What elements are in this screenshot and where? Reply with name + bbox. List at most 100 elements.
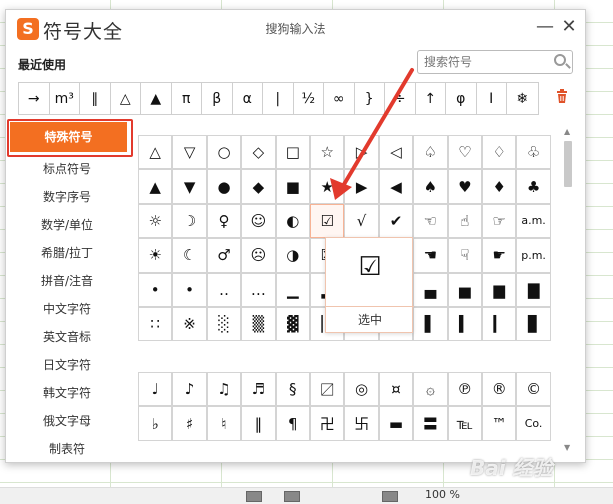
sidebar-item[interactable]: 数字序号	[10, 187, 124, 207]
recent-symbol[interactable]: β	[202, 83, 233, 114]
symbol-cell[interactable]: ○	[206, 135, 242, 170]
scrollbar-thumb[interactable]	[564, 141, 572, 187]
sidebar-item[interactable]: 韩文字符	[10, 383, 124, 403]
recent-symbol[interactable]: ↑	[416, 83, 446, 114]
symbol-cell[interactable]: ℗	[447, 372, 482, 407]
symbol-cell[interactable]: ■	[275, 169, 310, 204]
recent-symbol[interactable]: ❄	[507, 83, 538, 114]
sidebar-item[interactable]: 日文字符	[10, 355, 124, 375]
symbol-cell[interactable]: ‖	[241, 406, 276, 441]
symbol-cell[interactable]: □	[275, 135, 310, 170]
recent-symbol[interactable]: m³	[50, 83, 80, 114]
symbol-cell[interactable]: ▓	[275, 307, 310, 342]
sidebar-item[interactable]: 特殊符号	[10, 122, 127, 152]
page-layout-icon[interactable]	[284, 491, 300, 502]
symbol-cell[interactable]: ©	[516, 372, 551, 407]
symbol-cell[interactable]: ▍	[447, 307, 482, 342]
symbol-cell[interactable]: a.m.	[516, 203, 551, 239]
symbol-cell[interactable]: ◑	[275, 238, 310, 273]
sidebar-item[interactable]: 英文音标	[10, 327, 124, 347]
recent-symbol[interactable]: |	[263, 83, 294, 114]
symbol-cell[interactable]: ▎	[482, 307, 517, 342]
symbol-cell[interactable]: Co.	[516, 406, 551, 441]
symbol-cell[interactable]: ☛	[482, 238, 517, 273]
symbol-cell[interactable]: §	[275, 372, 310, 407]
symbol-cell[interactable]: ▷	[344, 135, 379, 170]
recent-symbol[interactable]: α	[233, 83, 263, 114]
symbol-cell[interactable]: …	[241, 272, 276, 307]
sidebar-item[interactable]: 数学/单位	[10, 215, 124, 235]
symbol-cell[interactable]: ¶	[275, 406, 310, 441]
scroll-up-arrow-icon[interactable]: ▲	[564, 127, 570, 136]
recent-symbol[interactable]: Ⅰ	[477, 83, 507, 114]
recent-symbol[interactable]: π	[172, 83, 202, 114]
scrollbar[interactable]: ▲ ▼	[562, 125, 574, 455]
symbol-cell[interactable]: ◀	[378, 169, 414, 204]
symbol-cell[interactable]: ▲	[138, 169, 173, 204]
symbol-cell[interactable]: ℡	[447, 406, 482, 441]
symbol-cell[interactable]: ☹	[241, 238, 276, 273]
symbol-cell[interactable]: ▆	[482, 272, 517, 307]
symbol-cell[interactable]: ◎	[344, 372, 379, 407]
symbol-cell[interactable]: 卍	[310, 406, 345, 441]
symbol-cell[interactable]: ۞	[413, 372, 448, 407]
symbol-cell[interactable]: ☀	[138, 238, 173, 273]
sidebar-item[interactable]: 标点符号	[10, 159, 124, 179]
sidebar-item[interactable]: 俄文字母	[10, 411, 124, 431]
symbol-cell[interactable]: ‥	[206, 272, 242, 307]
sidebar-item[interactable]: 拼音/注音	[10, 271, 124, 291]
trash-icon[interactable]	[556, 89, 568, 103]
search-box[interactable]	[417, 50, 573, 74]
symbol-cell[interactable]: ▼	[172, 169, 207, 204]
symbol-cell[interactable]: ☝	[447, 203, 482, 239]
recent-symbol[interactable]: ▲	[141, 83, 172, 114]
sidebar-item[interactable]: 中文字符	[10, 299, 124, 319]
sidebar-item[interactable]: 制表符	[10, 439, 124, 459]
symbol-cell[interactable]: ▬	[378, 406, 414, 441]
search-input[interactable]	[424, 52, 552, 72]
symbol-cell[interactable]: 卐	[344, 406, 379, 441]
symbol-cell[interactable]: ▽	[172, 135, 207, 170]
symbol-cell[interactable]: ♦	[482, 169, 517, 204]
symbol-cell[interactable]: ☟	[447, 238, 482, 273]
symbol-cell[interactable]: ▊	[516, 307, 551, 342]
symbol-cell[interactable]: ®	[482, 372, 517, 407]
symbol-cell[interactable]: •	[138, 272, 173, 307]
symbol-cell[interactable]: ♧	[516, 135, 551, 170]
symbol-cell[interactable]: ¤	[378, 372, 414, 407]
symbol-cell[interactable]: ※	[172, 307, 207, 342]
normal-view-icon[interactable]	[246, 491, 262, 502]
symbol-cell[interactable]: △	[138, 135, 173, 170]
recent-symbol[interactable]: →	[19, 83, 50, 114]
symbol-cell[interactable]: ☺	[241, 203, 276, 239]
close-button[interactable]: ✕	[560, 18, 578, 36]
page-break-icon[interactable]	[382, 491, 398, 502]
symbol-cell[interactable]: ▶	[344, 169, 379, 204]
symbol-cell[interactable]: ♣	[516, 169, 551, 204]
recent-symbol[interactable]: }	[355, 83, 385, 114]
symbol-cell[interactable]: √	[344, 203, 379, 239]
sidebar-item[interactable]: 希腊/拉丁	[10, 243, 124, 263]
symbol-cell[interactable]: ●	[206, 169, 242, 204]
symbol-cell[interactable]: ♭	[138, 406, 173, 441]
symbol-cell[interactable]: ☾	[172, 238, 207, 273]
recent-symbol[interactable]: ∥	[80, 83, 111, 114]
symbol-cell[interactable]: 〓	[413, 406, 448, 441]
symbol-cell[interactable]: ░	[206, 307, 242, 342]
symbol-cell[interactable]: ☼	[138, 203, 173, 239]
symbol-cell[interactable]: ♩	[138, 372, 173, 407]
symbol-cell[interactable]: ♮	[206, 406, 242, 441]
symbol-cell[interactable]: ☚	[413, 238, 448, 273]
symbol-cell[interactable]: 〼	[310, 372, 345, 407]
symbol-cell[interactable]: p.m.	[516, 238, 551, 273]
recent-symbol[interactable]: ½	[294, 83, 324, 114]
symbol-cell[interactable]: ▇	[516, 272, 551, 307]
search-icon[interactable]	[554, 54, 566, 66]
symbol-cell[interactable]: ∷	[138, 307, 173, 342]
symbol-cell[interactable]: ★	[310, 169, 345, 204]
symbol-cell[interactable]: ▄	[413, 272, 448, 307]
recent-symbol[interactable]: φ	[446, 83, 477, 114]
symbol-cell[interactable]: ◆	[241, 169, 276, 204]
symbol-cell[interactable]: ♬	[241, 372, 276, 407]
symbol-cell[interactable]: ☆	[310, 135, 345, 170]
